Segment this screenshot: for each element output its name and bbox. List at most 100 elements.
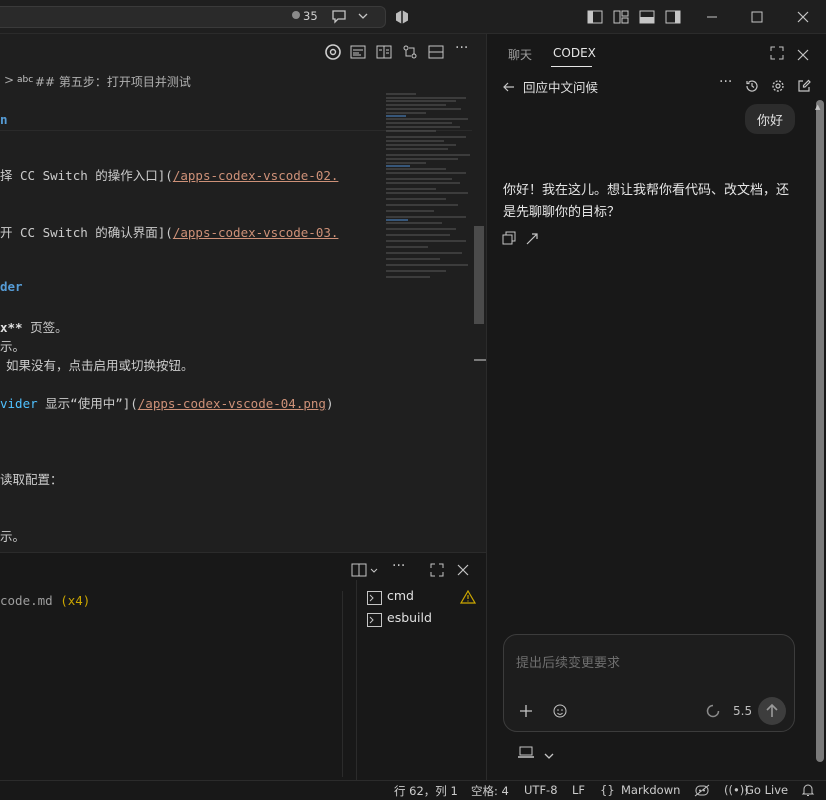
new-chat-icon[interactable]: [797, 78, 811, 97]
plus-icon[interactable]: [519, 703, 533, 722]
code-line: 如果没有，点击启用或切换按钮。: [6, 358, 194, 373]
send-button[interactable]: [758, 697, 786, 725]
maximize-icon[interactable]: [770, 45, 784, 64]
code-url[interactable]: /apps-codex-vscode-03.: [173, 225, 339, 240]
model-version[interactable]: 5.5: [733, 704, 752, 718]
back-arrow-icon[interactable]: [502, 79, 516, 98]
arrow-up-icon: [766, 703, 778, 717]
git-compare-icon[interactable]: [402, 44, 418, 64]
command-center[interactable]: 35: [0, 6, 386, 28]
code-line: 示。: [0, 529, 26, 544]
code-line: 择 CC Switch 的操作入口](/apps-codex-vscode-02…: [0, 165, 338, 184]
braces-icon: {}: [600, 783, 615, 797]
minimap[interactable]: [384, 92, 472, 282]
terminal-name: cmd: [387, 588, 414, 603]
problem-row[interactable]: code.md (x4): [0, 593, 90, 608]
go-live-button[interactable]: Go Live: [745, 783, 788, 797]
terminal-item-esbuild[interactable]: esbuild: [367, 610, 485, 630]
history-icon[interactable]: [745, 78, 759, 97]
preview-icon[interactable]: [350, 44, 366, 64]
code-line: 示。: [0, 339, 26, 354]
breadcrumb-separator: >: [4, 73, 15, 87]
thread-title: 回应中文问候: [523, 80, 599, 95]
bell-icon[interactable]: [801, 783, 815, 800]
indentation[interactable]: 空格: 4: [471, 783, 509, 799]
copilot-status-icon[interactable]: [694, 784, 710, 800]
layout-panel-icon[interactable]: [637, 7, 657, 27]
encoding[interactable]: UTF-8: [524, 783, 558, 797]
chevron-down-icon[interactable]: [357, 7, 369, 28]
editor-scrollbar-thumb[interactable]: [474, 226, 484, 324]
user-message-bubble: 你好: [745, 104, 795, 134]
breadcrumb: > abc ## 第五步：打开项目并测试: [0, 70, 486, 92]
close-icon[interactable]: [797, 46, 809, 65]
layout-sidebar-right-icon[interactable]: [663, 7, 683, 27]
terminal-icon: [367, 590, 382, 609]
split-terminal-icon[interactable]: [351, 562, 367, 582]
warning-icon: [459, 589, 477, 608]
maximize-panel-icon[interactable]: [429, 562, 445, 582]
share-icon[interactable]: [525, 230, 539, 249]
scroll-marker: [474, 359, 486, 361]
emoji-icon[interactable]: [553, 703, 567, 722]
copilot-icon[interactable]: [392, 7, 412, 27]
maximize-icon[interactable]: [747, 7, 767, 27]
panel-scroll-divider: [342, 591, 356, 777]
changes-count: 35: [303, 9, 318, 23]
code-url[interactable]: /apps-codex-vscode-04.png: [138, 396, 326, 411]
code-bold: x**: [0, 320, 23, 335]
close-panel-icon[interactable]: [456, 562, 470, 581]
minimize-icon[interactable]: [702, 7, 722, 27]
cursor-position[interactable]: 行 62，列 1: [394, 783, 458, 799]
abc-icon: abc: [17, 75, 34, 85]
problem-count: (x4): [60, 593, 91, 608]
settings-gear-icon[interactable]: [771, 78, 785, 97]
laptop-icon[interactable]: [518, 744, 534, 763]
code-text: 页签。: [22, 320, 68, 335]
terminal-name: esbuild: [387, 610, 432, 625]
code-text: 择 CC Switch 的操作入口](: [0, 168, 173, 183]
chat-scrollbar[interactable]: [816, 100, 824, 762]
language-mode[interactable]: Markdown: [621, 783, 680, 797]
terminal-item-cmd[interactable]: cmd: [367, 588, 485, 608]
assistant-message: 你好！我在这儿。想让我帮你看代码、改文档，还是先聊聊你的目标？: [503, 183, 790, 220]
code-line: 开 CC Switch 的确认界面](/apps-codex-vscode-03…: [0, 222, 338, 241]
copy-icon[interactable]: [502, 230, 516, 249]
open-preview-side-icon[interactable]: [376, 44, 392, 64]
code-text: ): [325, 396, 334, 411]
status-bar: 行 62，列 1 空格: 4 UTF-8 LF {} Markdown ((•)…: [0, 780, 826, 800]
code-line: n: [0, 112, 8, 127]
more-actions-icon[interactable]: ···: [392, 558, 405, 574]
tab-chat[interactable]: 聊天: [508, 46, 532, 63]
openai-icon[interactable]: [324, 43, 342, 65]
editor-actions-bar: ···: [0, 34, 486, 70]
terminal-list: cmd esbuild: [356, 580, 486, 780]
layout-grid-icon[interactable]: [611, 7, 631, 27]
code-line: x** 页签。: [0, 317, 68, 336]
more-actions-icon[interactable]: ···: [719, 74, 732, 90]
chevron-down-icon[interactable]: [543, 746, 555, 765]
split-editor-icon[interactable]: [428, 44, 444, 64]
code-line: 读取配置：: [0, 472, 63, 487]
code-link-text: vider: [0, 396, 38, 411]
layout-sidebar-left-icon[interactable]: [585, 7, 605, 27]
code-text: 开 CC Switch 的确认界面](: [0, 225, 173, 240]
end-of-line[interactable]: LF: [572, 783, 585, 797]
terminal-icon: [367, 612, 382, 631]
code-text: 显示“使用中”](: [37, 396, 138, 411]
composer[interactable]: 提出后续变更要求 5.5: [503, 634, 795, 732]
title-bar: 35: [0, 0, 826, 34]
problem-file: code.md: [0, 593, 53, 608]
breadcrumb-heading[interactable]: ## 第五步：打开项目并测试: [35, 73, 191, 90]
composer-input[interactable]: 提出后续变更要求: [516, 652, 620, 671]
scroll-up-icon[interactable]: ▲: [815, 103, 820, 111]
more-actions-icon[interactable]: ···: [455, 40, 468, 56]
chat-sparkle-icon[interactable]: [330, 7, 348, 29]
active-tab-underline: [551, 66, 592, 67]
code-line: der: [0, 279, 23, 294]
close-icon[interactable]: [793, 7, 813, 27]
tab-codex[interactable]: CODEX: [553, 46, 596, 60]
circle-dot-icon: [292, 11, 300, 19]
code-url[interactable]: /apps-codex-vscode-02.: [173, 168, 339, 183]
loading-spinner-icon: [706, 703, 720, 722]
